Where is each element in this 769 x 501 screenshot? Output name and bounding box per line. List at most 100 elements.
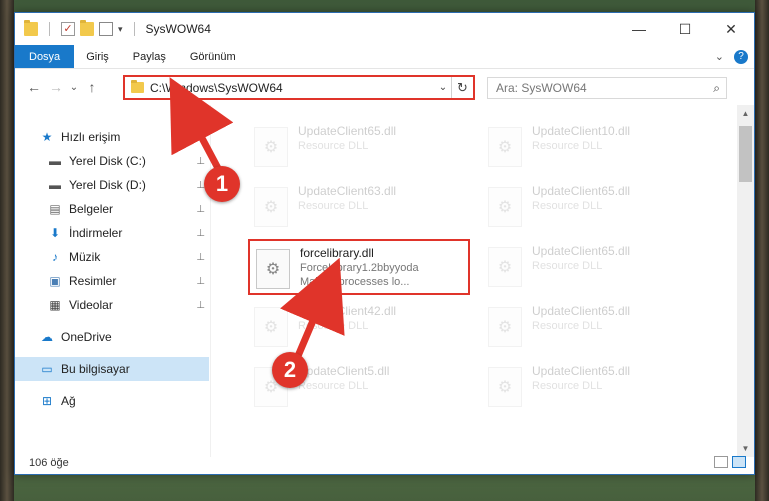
sidebar-item-label: Resimler bbox=[69, 274, 117, 288]
pin-icon[interactable]: ⊥ bbox=[196, 252, 205, 263]
tab-giris[interactable]: Giriş bbox=[74, 45, 121, 68]
search-placeholder: Ara: SysWOW64 bbox=[496, 81, 587, 95]
sidebar-item-label: Yerel Disk (D:) bbox=[69, 178, 146, 192]
file-name: UpdateClient65.dll bbox=[532, 244, 631, 258]
file-description: Resource DLL bbox=[532, 260, 603, 272]
drive-icon: ▬ bbox=[49, 154, 61, 168]
documents-icon: ▤ bbox=[49, 202, 61, 216]
file-tile[interactable]: ⚙ UpdateClient42.dll Resource DLL bbox=[248, 299, 470, 355]
scroll-thumb[interactable] bbox=[739, 126, 752, 182]
rename-icon[interactable] bbox=[99, 22, 113, 36]
pin-icon[interactable]: ⊥ bbox=[196, 204, 205, 215]
details-view-button[interactable] bbox=[714, 456, 728, 468]
divider bbox=[133, 22, 135, 36]
pane-divider[interactable] bbox=[210, 105, 211, 457]
file-tile[interactable]: ⚙ UpdateClient65.dll Resource DLL bbox=[482, 359, 704, 415]
sidebar-item[interactable]: ▣ Resimler ⊥ bbox=[15, 269, 209, 293]
video-icon: ▦ bbox=[49, 298, 61, 312]
file-description: Resource DLL bbox=[532, 380, 603, 392]
quick-access-toolbar: ✓ ▾ SysWOW64 bbox=[24, 20, 211, 36]
status-bar: 106 öğe bbox=[15, 452, 754, 474]
file-meta: UpdateClient65.dll Resource DLL bbox=[532, 239, 630, 272]
sidebar-item-label: Belgeler bbox=[69, 202, 114, 216]
file-name: UpdateClient63.dll bbox=[298, 184, 397, 198]
minimize-button[interactable]: — bbox=[616, 13, 662, 45]
sidebar-item-label: Müzik bbox=[69, 250, 101, 264]
file-description-2: Making processes lo... bbox=[300, 276, 410, 288]
file-tile[interactable]: ⚙ UpdateClient63.dll Resource DLL bbox=[248, 179, 470, 235]
search-input[interactable]: Ara: SysWOW64 ⌕ bbox=[487, 77, 727, 99]
sidebar-item-label: Bu bilgisayar bbox=[61, 362, 130, 376]
navigation-pane: ★ Hızlı erişim ▬ Yerel Disk (C:) ⊥ ▬ Yerel Dis… bbox=[15, 109, 209, 449]
file-name: UpdateClient42.dll bbox=[298, 304, 397, 318]
back-button[interactable]: ← bbox=[23, 79, 45, 95]
file-name: UpdateClient5.dll bbox=[298, 364, 390, 378]
file-description: Resource DLL bbox=[298, 200, 369, 212]
dll-file-icon: ⚙ bbox=[488, 187, 522, 227]
sidebar-item[interactable]: ▦ Videolar ⊥ bbox=[15, 293, 209, 317]
pin-icon[interactable]: ⊥ bbox=[196, 300, 205, 311]
expand-ribbon-icon[interactable]: ⌄ bbox=[715, 50, 724, 63]
sidebar-item[interactable]: ★ Hızlı erişim bbox=[15, 125, 209, 149]
new-folder-icon[interactable] bbox=[80, 20, 94, 36]
file-tile[interactable]: ⚙ UpdateClient65.dll Resource DLL bbox=[248, 119, 470, 175]
sidebar-item[interactable]: ☁ OneDrive bbox=[15, 325, 209, 349]
file-view: ⚙ UpdateClient65.dll Resource DLL ⚙ UpdateCl… bbox=[220, 105, 740, 457]
close-button[interactable]: ✕ bbox=[708, 13, 754, 45]
explorer-window: ✓ ▾ SysWOW64 — ☐ ✕ Dosya Giriş Paylaş Gö… bbox=[14, 12, 755, 475]
folder-icon bbox=[131, 80, 144, 93]
file-meta: UpdateClient10.dll Resource DLL bbox=[532, 119, 630, 152]
sidebar-item[interactable]: ▭ Bu bilgisayar bbox=[15, 357, 209, 381]
file-tile[interactable]: ⚙ UpdateClient65.dll Resource DLL bbox=[482, 299, 704, 355]
recent-locations-button[interactable]: ⌄ bbox=[67, 82, 81, 93]
annotation-badge-1: 1 bbox=[204, 166, 240, 202]
tab-paylas[interactable]: Paylaş bbox=[121, 45, 178, 68]
sidebar-item[interactable]: ▤ Belgeler ⊥ bbox=[15, 197, 209, 221]
window-title: SysWOW64 bbox=[145, 22, 211, 36]
pin-icon[interactable]: ⊥ bbox=[196, 228, 205, 239]
file-meta: UpdateClient65.dll Resource DLL bbox=[532, 359, 630, 392]
sidebar-item[interactable]: ▬ Yerel Disk (D:) ⊥ bbox=[15, 173, 209, 197]
file-tile[interactable]: ⚙ UpdateClient65.dll Resource DLL bbox=[482, 239, 704, 295]
file-meta: forcelibrary.dll ForceLibrary1.2bbyyoda Ma… bbox=[300, 241, 419, 288]
file-tile[interactable]: ⚙ UpdateClient65.dll Resource DLL bbox=[482, 179, 704, 235]
up-button[interactable]: ↑ bbox=[81, 79, 103, 95]
sidebar-item[interactable]: ▬ Yerel Disk (C:) ⊥ bbox=[15, 149, 209, 173]
sidebar-item[interactable]: ♪ Müzik ⊥ bbox=[15, 245, 209, 269]
vertical-scrollbar[interactable]: ▲ ▼ bbox=[737, 105, 754, 457]
sidebar-item-label: Yerel Disk (C:) bbox=[69, 154, 146, 168]
scroll-up-arrow[interactable]: ▲ bbox=[737, 105, 754, 122]
maximize-button[interactable]: ☐ bbox=[662, 13, 708, 45]
pin-icon[interactable]: ⊥ bbox=[196, 276, 205, 287]
properties-icon[interactable]: ✓ bbox=[61, 22, 75, 36]
help-icon[interactable]: ? bbox=[734, 49, 748, 64]
sidebar-item[interactable]: ⬇ İndirmeler ⊥ bbox=[15, 221, 209, 245]
address-bar[interactable]: C:\Windows\SysWOW64 ⌄ ↻ bbox=[123, 75, 475, 100]
file-description: Resource DLL bbox=[532, 200, 603, 212]
file-meta: UpdateClient63.dll Resource DLL bbox=[298, 179, 396, 212]
file-name: UpdateClient65.dll bbox=[532, 184, 631, 198]
customize-qa-icon[interactable]: ▾ bbox=[118, 24, 123, 35]
sidebar-item-label: Videolar bbox=[69, 298, 113, 312]
file-tile[interactable]: ⚙ UpdateClient10.dll Resource DLL bbox=[482, 119, 704, 175]
sidebar-item[interactable]: ⊞ Ağ bbox=[15, 389, 209, 413]
file-tile[interactable]: ⚙ forcelibrary.dll ForceLibrary1.2bbyyoda M… bbox=[248, 239, 470, 295]
tiles-view-button[interactable] bbox=[732, 456, 746, 468]
search-icon[interactable]: ⌕ bbox=[713, 81, 720, 96]
tab-dosya[interactable]: Dosya bbox=[15, 45, 75, 68]
forward-button[interactable]: → bbox=[45, 79, 67, 95]
address-path[interactable]: C:\Windows\SysWOW64 bbox=[150, 81, 435, 95]
pictures-icon: ▣ bbox=[49, 274, 61, 288]
network-icon: ⊞ bbox=[41, 394, 53, 408]
ribbon-tabs: Dosya Giriş Paylaş Görünüm ⌄ ? bbox=[15, 45, 754, 69]
address-dropdown-icon[interactable]: ⌄ bbox=[435, 82, 451, 93]
pin-icon[interactable]: ⊥ bbox=[196, 156, 205, 167]
refresh-button[interactable]: ↻ bbox=[451, 77, 473, 98]
caption-buttons: — ☐ ✕ bbox=[616, 13, 754, 45]
dll-file-icon: ⚙ bbox=[254, 187, 288, 227]
dll-file-icon: ⚙ bbox=[488, 307, 522, 347]
file-meta: UpdateClient65.dll Resource DLL bbox=[532, 299, 630, 332]
file-name: UpdateClient65.dll bbox=[532, 304, 631, 318]
tab-gorunum[interactable]: Görünüm bbox=[178, 45, 248, 68]
download-icon: ⬇ bbox=[49, 226, 61, 240]
